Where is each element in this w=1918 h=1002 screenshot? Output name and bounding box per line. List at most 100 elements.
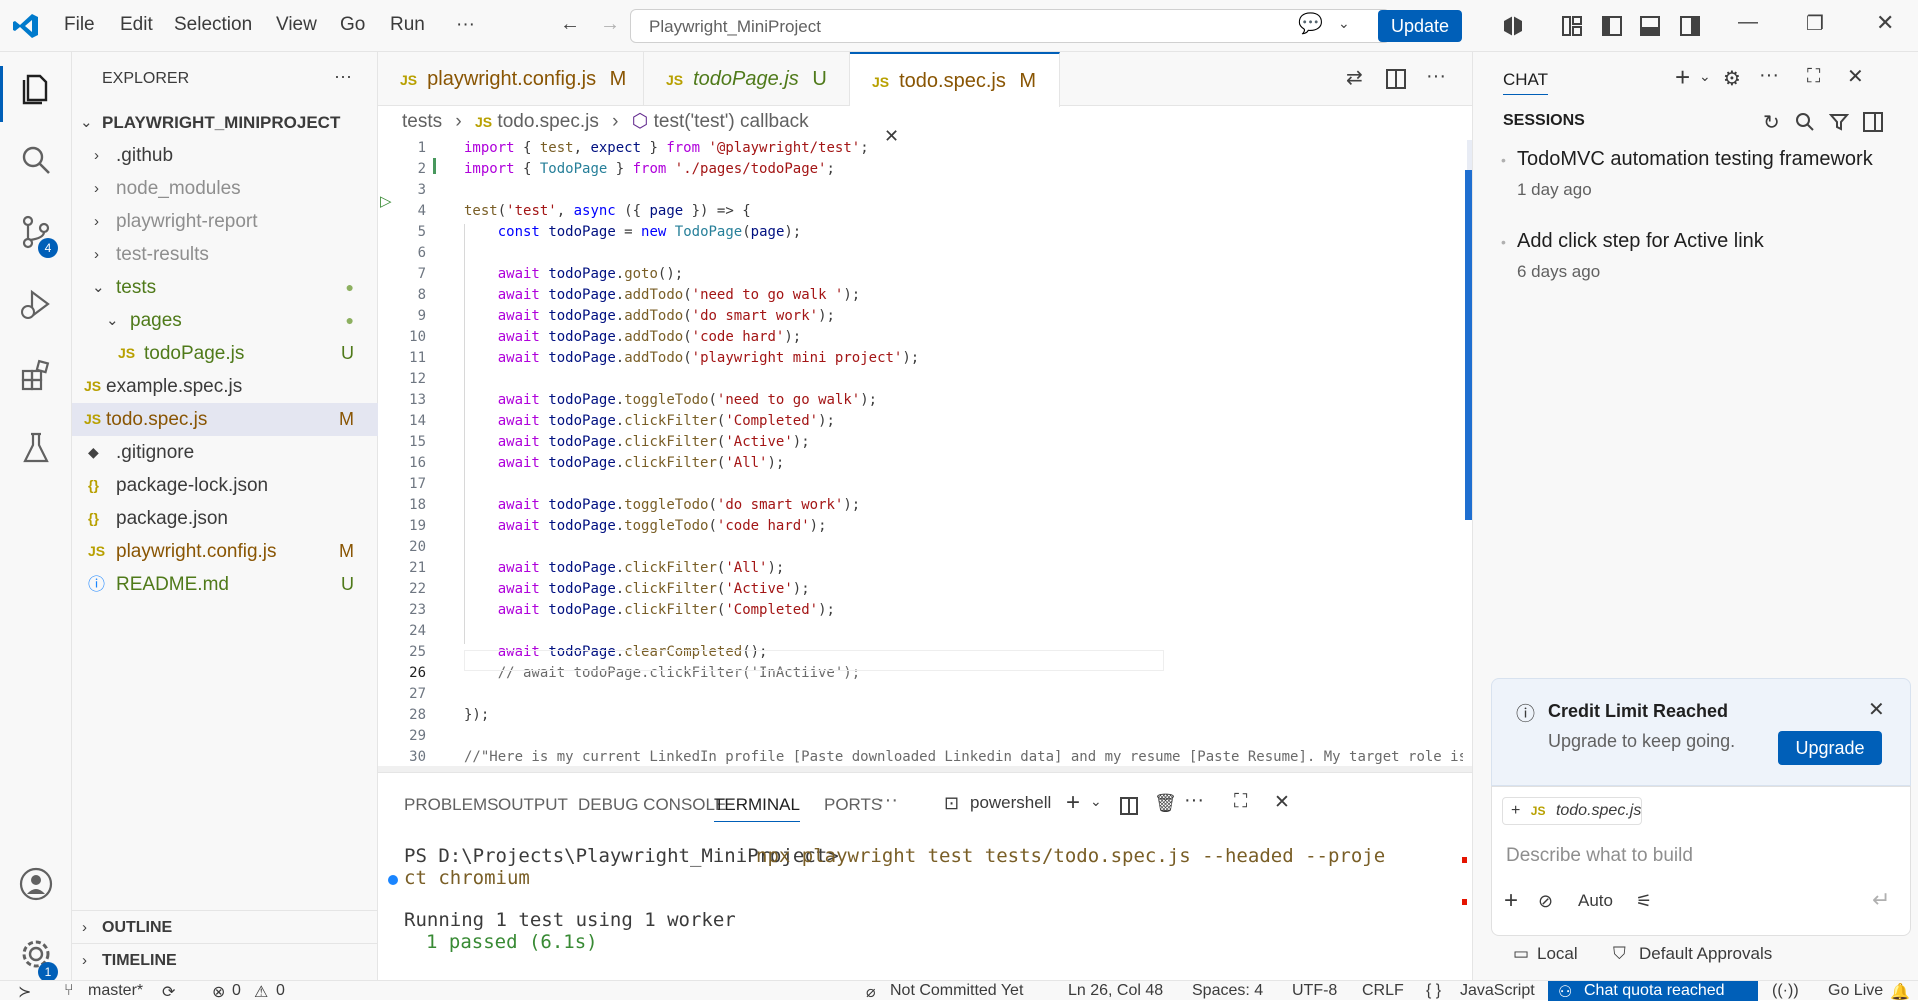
tree-item-playwright-report[interactable]: › playwright-report — [72, 205, 378, 238]
forward-arrow-icon[interactable]: → — [600, 14, 620, 34]
remote-icon[interactable]: ≻ — [18, 982, 31, 1002]
new-terminal-icon[interactable]: + — [1066, 789, 1080, 817]
line-ending[interactable]: CRLF — [1362, 982, 1404, 1000]
menu-go[interactable]: Go — [340, 14, 365, 36]
filter-icon[interactable] — [1829, 112, 1849, 132]
explorer-files-icon[interactable] — [18, 70, 54, 106]
explorer-more-icon[interactable]: ··· — [334, 66, 352, 87]
tree-item-pages[interactable]: ⌄ pages ● — [72, 304, 378, 337]
tree-item-todopage-js[interactable]: JS todoPage.js U — [72, 337, 378, 370]
close-chat-icon[interactable]: ✕ — [1847, 64, 1864, 89]
chevron-down-icon[interactable]: ⌄ — [1338, 16, 1350, 30]
sync-icon[interactable]: ⟳ — [162, 982, 175, 1002]
chat-title[interactable]: CHAT — [1503, 70, 1549, 95]
tree-item-tests[interactable]: ⌄ tests ● — [72, 271, 378, 304]
tree-item-gitignore[interactable]: ◆ .gitignore — [72, 436, 378, 469]
editor-more-icon[interactable]: ··· — [1426, 66, 1446, 86]
session-target-local[interactable]: Local — [1537, 944, 1578, 964]
breadcrumb-symbol[interactable]: test('test') callback — [654, 111, 809, 132]
refresh-icon[interactable]: ↻ — [1763, 110, 1780, 135]
explorer-root-folder[interactable]: ⌄ PLAYWRIGHT_MINIPROJECT — [72, 106, 378, 139]
command-center-search[interactable]: Playwright_MiniProject — [630, 9, 1390, 43]
go-live-button[interactable]: Go Live — [1828, 982, 1883, 1000]
chat-more-icon[interactable]: ··· — [1759, 64, 1779, 87]
menu-more[interactable]: ··· — [456, 14, 475, 36]
customize-layout-icon[interactable] — [1562, 16, 1582, 36]
tree-item-readme[interactable]: ⓘ README.md U — [72, 568, 378, 601]
session-item[interactable]: • TodoMVC automation testing framework 1… — [1473, 144, 1918, 214]
maximize-chat-icon[interactable]: ⛶ — [1807, 66, 1820, 88]
indentation[interactable]: Spaces: 4 — [1192, 982, 1263, 1000]
chat-input-placeholder[interactable]: Describe what to build — [1506, 845, 1693, 867]
split-editor-icon[interactable] — [1386, 69, 1406, 89]
tab-ports[interactable]: PORTS — [824, 795, 882, 815]
run-test-icon[interactable]: ▷ — [380, 192, 392, 210]
search-icon[interactable] — [1795, 112, 1815, 132]
chat-quota-badge[interactable]: ⚇ Chat quota reached — [1548, 981, 1758, 1001]
run-debug-icon[interactable] — [18, 286, 54, 322]
context-file-chip[interactable]: + JS todo.spec.js — [1502, 797, 1642, 825]
tab-todopage[interactable]: JS todoPage.js U — [644, 52, 850, 106]
panel-more-icon[interactable]: ··· — [878, 789, 898, 812]
copilot-chat-icon[interactable]: 💬 — [1298, 14, 1323, 34]
language-mode[interactable]: JavaScript — [1460, 982, 1535, 1000]
menu-selection[interactable]: Selection — [174, 14, 252, 36]
search-icon[interactable] — [18, 142, 54, 178]
terminal-more-icon[interactable]: ··· — [1184, 789, 1204, 812]
tab-problems[interactable]: PROBLEMS — [404, 795, 498, 815]
trash-icon[interactable]: 🗑 — [1154, 793, 1177, 814]
minimize-icon[interactable]: — — [1738, 12, 1758, 32]
chat-settings-icon[interactable]: ⚙ — [1723, 66, 1741, 91]
testing-flask-icon[interactable] — [18, 430, 54, 466]
configure-tools-icon[interactable]: ⚟ — [1636, 891, 1652, 912]
session-item[interactable]: • Add click step for Active link 6 days … — [1473, 226, 1918, 296]
upgrade-button[interactable]: Upgrade — [1778, 731, 1882, 765]
restore-icon[interactable]: ❐ — [1806, 14, 1824, 34]
blame-status[interactable]: Not Committed Yet — [890, 982, 1023, 1000]
code-area[interactable]: 1 import { test, expect } from '@playwrig… — [378, 140, 1472, 772]
toggle-secondary-sidebar-icon[interactable] — [1680, 16, 1700, 36]
tab-playwright-config[interactable]: JS playwright.config.js M — [378, 52, 644, 106]
cursor-position[interactable]: Ln 26, Col 48 — [1068, 982, 1163, 1000]
split-terminal-icon[interactable] — [1120, 797, 1138, 815]
encoding[interactable]: UTF-8 — [1292, 982, 1337, 1000]
menu-edit[interactable]: Edit — [120, 14, 153, 36]
tab-debug-console[interactable]: DEBUG CONSOLE — [578, 795, 726, 815]
extensions-icon[interactable] — [18, 358, 54, 394]
close-window-icon[interactable]: ✕ — [1876, 12, 1894, 34]
update-button[interactable]: Update — [1378, 10, 1462, 42]
breadcrumb-file[interactable]: todo.spec.js — [497, 111, 598, 132]
tree-item-test-results[interactable]: › test-results — [72, 238, 378, 271]
tree-item-playwright-config[interactable]: JS playwright.config.js M — [72, 535, 378, 568]
add-context-icon[interactable]: + — [1511, 802, 1520, 819]
accounts-icon[interactable] — [18, 866, 54, 902]
approvals-selector[interactable]: Default Approvals — [1639, 944, 1772, 964]
tab-terminal[interactable]: TERMINAL — [714, 795, 800, 822]
menu-file[interactable]: File — [64, 14, 95, 36]
accounts-shield-icon[interactable] — [1502, 15, 1524, 37]
branch-name[interactable]: master* — [88, 982, 143, 1000]
model-picker[interactable]: Auto — [1578, 891, 1613, 911]
notifications-bell-icon[interactable]: 🔔 — [1890, 982, 1910, 1002]
tree-item-github[interactable]: › .github — [72, 139, 378, 172]
tree-item-package-lock[interactable]: {} package-lock.json — [72, 469, 378, 502]
warning-count[interactable]: 0 — [276, 982, 285, 1000]
add-attachment-icon[interactable]: + — [1504, 887, 1518, 915]
terminal-shell-name[interactable]: powershell — [970, 793, 1051, 813]
breadcrumb-folder[interactable]: tests — [402, 111, 442, 132]
error-count[interactable]: 0 — [232, 982, 241, 1000]
close-banner-icon[interactable]: ✕ — [1868, 697, 1885, 722]
chevron-down-icon[interactable]: ⌄ — [1699, 68, 1711, 85]
chevron-down-icon[interactable]: ⌄ — [1090, 793, 1102, 810]
scrollbar-thumb[interactable] — [1465, 170, 1472, 520]
toggle-primary-sidebar-icon[interactable] — [1602, 16, 1622, 36]
close-panel-icon[interactable]: ✕ — [1274, 791, 1290, 814]
tab-todo-spec[interactable]: JS todo.spec.js M ✕ — [850, 52, 1060, 146]
timeline-section[interactable]: › TIMELINE — [72, 943, 378, 976]
tree-item-node-modules[interactable]: › node_modules — [72, 172, 378, 205]
tree-item-example-spec[interactable]: JS example.spec.js — [72, 370, 378, 403]
menu-view[interactable]: View — [276, 14, 317, 36]
toggle-sessions-sidebar-icon[interactable] — [1863, 112, 1883, 132]
toggle-panel-icon[interactable] — [1640, 16, 1660, 36]
maximize-panel-icon[interactable]: ⛶ — [1234, 791, 1247, 813]
